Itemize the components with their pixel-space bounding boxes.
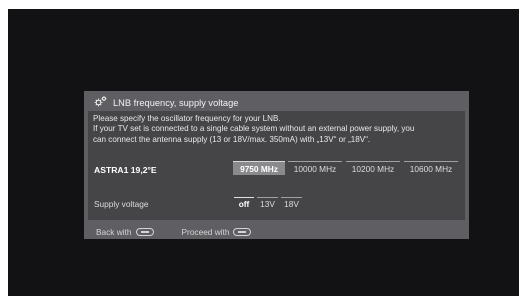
instruction-text: Please specify the oscillator frequency … [93,114,461,145]
dialog-footer: Back with Proceed with [96,227,252,237]
voltage-option-18v[interactable]: 18V [281,197,302,210]
instruction-line-2: If your TV set is connected to a single … [93,124,415,134]
instruction-line-1: Please specify the oscillator frequency … [93,114,281,123]
instruction-line-3: can connect the antenna supply (13 or 18… [93,134,371,144]
frequency-option-10200[interactable]: 10200 MHz [346,161,400,175]
tv-screen: LNB frequency, supply voltage Please spe… [8,9,519,296]
lnb-settings-dialog: LNB frequency, supply voltage Please spe… [84,91,469,239]
remote-forward-button-icon[interactable] [233,228,252,236]
dialog-header: LNB frequency, supply voltage [94,96,238,110]
frequency-option-10000[interactable]: 10000 MHz [288,161,342,175]
frequency-option-9750[interactable]: 9750 MHz [233,161,285,175]
frequency-option-10600[interactable]: 10600 MHz [404,161,458,175]
remote-back-button-icon[interactable] [135,228,154,236]
dialog-title: LNB frequency, supply voltage [113,98,239,108]
gear-icon [94,94,107,112]
supply-voltage-label: Supply voltage [94,199,149,209]
voltage-option-off[interactable]: off [234,197,254,210]
proceed-hint: Proceed with [181,227,230,237]
back-hint: Back with [96,227,132,237]
dialog-body: Please specify the oscillator frequency … [88,111,465,220]
satellite-label: ASTRA1 19,2°E [94,165,157,175]
voltage-option-13v[interactable]: 13V [257,197,278,210]
